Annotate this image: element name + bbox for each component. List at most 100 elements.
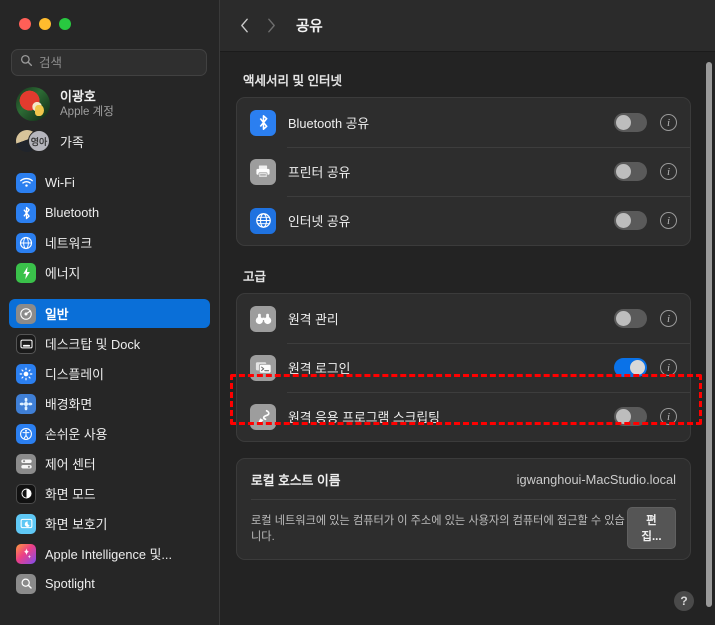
sidebar: 이광호 Apple 계정 영아 가족 Wi-Fi — [0, 0, 220, 625]
control-center-icon — [16, 453, 36, 474]
row-printer-sharing[interactable]: 프린터 공유 i — [237, 147, 690, 196]
local-hostname-label: 로컬 호스트 이름 — [251, 472, 341, 488]
apple-intelligence-icon — [16, 543, 36, 564]
sidebar-item-label: 디스플레이 — [45, 367, 104, 382]
edit-hostname-button[interactable]: 편집... — [626, 507, 676, 549]
sidebar-item-wifi[interactable]: Wi-Fi — [9, 168, 210, 197]
internet-sharing-toggle[interactable] — [614, 211, 647, 230]
sidebar-item-label: 데스크탑 및 Dock — [45, 337, 141, 352]
sidebar-item-label: 네트워크 — [45, 236, 93, 251]
family-label: 가족 — [60, 134, 84, 150]
window-controls — [0, 0, 219, 44]
remote-management-toggle[interactable] — [614, 309, 647, 328]
sidebar-item-appearance[interactable]: 화면 모드 — [9, 479, 210, 508]
family-row[interactable]: 영아 가족 — [0, 122, 219, 162]
row-remote-login[interactable]: 원격 로그인 i — [237, 343, 690, 392]
info-icon[interactable]: i — [660, 359, 677, 376]
sidebar-item-wallpaper[interactable]: 배경화면 — [9, 389, 210, 418]
apple-account-row[interactable]: 이광호 Apple 계정 — [0, 76, 219, 122]
appearance-icon — [16, 483, 36, 504]
sidebar-divider — [9, 288, 210, 299]
sidebar-item-label: Wi-Fi — [45, 175, 75, 190]
network-globe-icon — [16, 232, 36, 253]
sidebar-item-energy[interactable]: 에너지 — [9, 258, 210, 287]
local-hostname-value: igwanghoui-MacStudio.local — [516, 471, 676, 487]
internet-globe-icon — [250, 207, 276, 234]
sidebar-item-label: 화면 보호기 — [45, 517, 108, 532]
remote-login-terminal-icon — [250, 354, 276, 381]
row-remote-apple-events[interactable]: 원격 응용 프로그램 스크립팅 i — [237, 392, 690, 441]
sidebar-item-label: 에너지 — [45, 266, 81, 281]
info-icon[interactable]: i — [660, 212, 677, 229]
chevron-right-icon[interactable] — [265, 16, 278, 36]
settings-content: 액세서리 및 인터넷 Bluetooth 공유 i 프린터 공유 i 인터넷 공… — [220, 52, 715, 625]
sidebar-item-desktop-dock[interactable]: 데스크탑 및 Dock — [9, 329, 210, 358]
sidebar-item-spotlight[interactable]: Spotlight — [9, 569, 210, 598]
info-icon[interactable]: i — [660, 114, 677, 131]
row-internet-sharing[interactable]: 인터넷 공유 i — [237, 196, 690, 245]
binoculars-icon — [250, 305, 276, 332]
screensaver-icon — [16, 513, 36, 534]
info-icon[interactable]: i — [660, 310, 677, 327]
row-label: 인터넷 공유 — [288, 214, 351, 229]
printer-icon — [250, 158, 276, 185]
remote-login-toggle[interactable] — [614, 358, 647, 377]
search-input[interactable] — [39, 55, 198, 70]
toolbar: 공유 — [220, 0, 715, 52]
accessories-card: Bluetooth 공유 i 프린터 공유 i 인터넷 공유 i — [236, 97, 691, 246]
row-remote-management[interactable]: 원격 관리 i — [237, 294, 690, 343]
avatar — [16, 87, 50, 121]
sidebar-item-accessibility[interactable]: 손쉬운 사용 — [9, 419, 210, 448]
section-heading-accessories: 액세서리 및 인터넷 — [243, 74, 342, 88]
sidebar-item-bluetooth[interactable]: Bluetooth — [9, 198, 210, 227]
main-panel: 공유 액세서리 및 인터넷 Bluetooth 공유 i 프린터 공유 i 인터… — [220, 0, 715, 625]
sidebar-item-label: 제어 센터 — [45, 457, 96, 472]
local-hostname-row: 로컬 호스트 이름 igwanghoui-MacStudio.local — [237, 459, 690, 499]
row-label: 원격 로그인 — [288, 361, 351, 376]
sidebar-nav: Wi-Fi Bluetooth 네트워크 에너지 일반 데스크탑 및 Dock … — [0, 162, 219, 598]
general-gear-icon — [16, 303, 36, 324]
sidebar-item-screensaver[interactable]: 화면 보호기 — [9, 509, 210, 538]
wallpaper-icon — [16, 393, 36, 414]
sidebar-item-network[interactable]: 네트워크 — [9, 228, 210, 257]
spotlight-icon — [16, 573, 36, 594]
close-button[interactable] — [19, 18, 31, 30]
family-avatar-2: 영아 — [28, 130, 50, 152]
account-text: 이광호 Apple 계정 — [60, 89, 114, 119]
sidebar-item-label: 배경화면 — [45, 397, 93, 412]
advanced-card: 원격 관리 i 원격 로그인 i 원격 응용 프로그램 스크립팅 i — [236, 293, 691, 442]
bluetooth-sharing-toggle[interactable] — [614, 113, 647, 132]
family-avatars: 영아 — [16, 128, 50, 154]
help-button[interactable]: ? — [674, 591, 694, 611]
bluetooth-icon — [250, 109, 276, 136]
sidebar-item-label: Bluetooth — [45, 205, 100, 220]
wifi-icon — [16, 172, 36, 193]
sidebar-item-label: 손쉬운 사용 — [45, 427, 108, 442]
vertical-scrollbar[interactable] — [706, 62, 712, 607]
account-name: 이광호 — [60, 89, 96, 105]
remote-apple-events-toggle[interactable] — [614, 407, 647, 426]
bluetooth-icon — [16, 202, 36, 223]
script-editor-icon — [250, 403, 276, 430]
sidebar-item-label: 일반 — [45, 307, 69, 322]
info-icon[interactable]: i — [660, 163, 677, 180]
sidebar-item-general[interactable]: 일반 — [9, 299, 210, 328]
row-bluetooth-sharing[interactable]: Bluetooth 공유 i — [237, 98, 690, 147]
system-settings-window: 이광호 Apple 계정 영아 가족 Wi-Fi — [0, 0, 715, 625]
sidebar-item-control-center[interactable]: 제어 센터 — [9, 449, 210, 478]
info-icon[interactable]: i — [660, 408, 677, 425]
minimize-button[interactable] — [39, 18, 51, 30]
sidebar-item-label: Spotlight — [45, 576, 95, 591]
search-container — [0, 44, 219, 76]
search-box[interactable] — [11, 49, 207, 76]
zoom-button[interactable] — [59, 18, 71, 30]
sidebar-item-apple-intelligence[interactable]: Apple Intelligence 및... — [9, 539, 210, 568]
search-icon — [20, 54, 33, 72]
chevron-left-icon[interactable] — [238, 16, 251, 36]
sidebar-item-displays[interactable]: 디스플레이 — [9, 359, 210, 388]
sidebar-item-label: 화면 모드 — [45, 487, 96, 502]
printer-sharing-toggle[interactable] — [614, 162, 647, 181]
section-heading-advanced: 고급 — [243, 270, 267, 284]
row-label: 원격 관리 — [288, 312, 339, 327]
